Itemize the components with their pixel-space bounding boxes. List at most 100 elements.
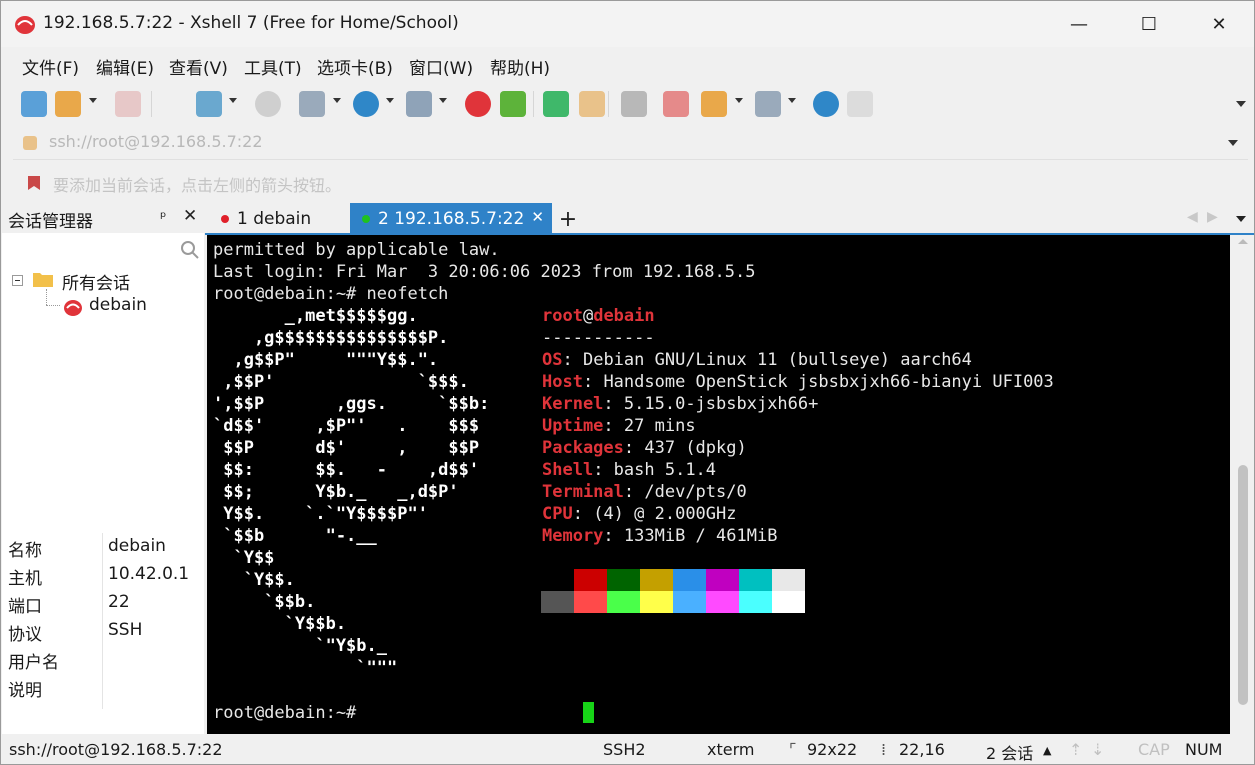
palette-swatch [541, 591, 574, 613]
property-key: 名称 [8, 541, 42, 561]
globe-dropdown-arrow[interactable] [386, 98, 394, 103]
font-dropdown-arrow[interactable] [333, 98, 341, 103]
status-caps: CAP [1138, 740, 1170, 759]
help-icon[interactable] [813, 91, 839, 117]
fullscreen-icon[interactable] [543, 91, 569, 117]
globe-icon[interactable] [353, 91, 379, 117]
palette-swatch [739, 591, 772, 613]
status-bar: ssh://root@192.168.5.7:22 SSH2 xterm ⌜ 9… [1, 736, 1254, 764]
status-position: 22,16 [899, 740, 945, 759]
neofetch-logo-line: `$$b "-.__ [213, 525, 377, 547]
pin-icon[interactable]: ᵖ [160, 208, 166, 226]
tab-label: 1 debain [237, 208, 312, 229]
tab-debain[interactable]: 1 debain [209, 203, 349, 234]
palette-swatch [739, 569, 772, 591]
neofetch-info-row: Memory: 133MiB / 461MiB [542, 525, 777, 547]
toolbar-overflow-arrow[interactable] [1236, 101, 1246, 107]
script-icon[interactable] [701, 91, 727, 117]
property-row: 端口 22 [2, 589, 204, 617]
status-term-type: xterm [707, 740, 755, 759]
menu-view[interactable]: 查看(V) [169, 54, 228, 79]
menu-tabs[interactable]: 选项卡(B) [317, 54, 393, 79]
logo-text: `""" [213, 658, 398, 678]
menu-file[interactable]: 文件(F) [22, 54, 79, 79]
address-input[interactable]: ssh://root@192.168.5.7:22 [49, 132, 263, 151]
tab-close-icon[interactable]: ✕ [531, 208, 544, 226]
terminal-line: root@debain:~# neofetch [213, 283, 448, 305]
layout-icon[interactable] [755, 91, 781, 117]
scroll-up-arrow[interactable] [1238, 239, 1248, 244]
terminal[interactable]: permitted by applicable law. Last login: … [207, 235, 1230, 734]
new-session-icon[interactable] [21, 91, 47, 117]
disconnect-icon[interactable] [115, 91, 141, 117]
menu-window[interactable]: 窗口(W) [409, 54, 473, 79]
logo-text: `Y$$ [213, 548, 275, 568]
neofetch-info-row: CPU: (4) @ 2.000GHz [542, 503, 737, 525]
compose-dropdown-arrow[interactable] [439, 98, 447, 103]
neofetch-logo-line: ,$$P' `$$$. [213, 371, 469, 393]
keyboard-icon[interactable] [621, 91, 647, 117]
scroll-thumb[interactable] [1238, 465, 1248, 705]
minimize-button[interactable]: — [1044, 1, 1114, 47]
tree-line [46, 289, 47, 305]
property-value: debain [108, 536, 166, 556]
status-size: 92x22 [807, 740, 858, 759]
tree-line [46, 305, 60, 306]
property-row: 名称 debain [2, 533, 204, 561]
close-button[interactable]: ✕ [1184, 1, 1254, 47]
menu-tools[interactable]: 工具(T) [244, 54, 302, 79]
panel-close-button[interactable]: ✕ [183, 206, 197, 226]
add-session-arrow-icon[interactable] [25, 174, 43, 192]
menu-help[interactable]: 帮助(H) [490, 54, 550, 79]
tree-root-all-sessions[interactable]: 所有会话 [62, 269, 130, 294]
tree-collapse-icon[interactable] [12, 275, 23, 286]
search-icon[interactable] [180, 240, 200, 260]
new-tab-button[interactable]: + [555, 204, 581, 234]
find-icon[interactable] [255, 91, 281, 117]
logo-text: $$P d$' , $$P [213, 438, 480, 458]
extra-tool-icon[interactable] [847, 91, 873, 117]
property-key: 主机 [8, 569, 42, 589]
highlight-icon[interactable] [663, 91, 689, 117]
sessions-up-arrow-icon[interactable]: ▲ [1043, 744, 1051, 757]
compose-icon[interactable] [406, 91, 432, 117]
maximize-button[interactable]: ☐ [1114, 1, 1184, 47]
properties-icon[interactable] [196, 91, 222, 117]
script-dropdown-arrow[interactable] [735, 98, 743, 103]
logo-text: `Y$$b. [213, 614, 347, 634]
property-value: SSH [108, 620, 143, 640]
status-sessions[interactable]: 2 会话 [986, 740, 1033, 764]
open-dropdown-arrow[interactable] [89, 98, 97, 103]
lock-icon[interactable] [579, 91, 605, 117]
font-icon[interactable] [299, 91, 325, 117]
tab-scroll-right-icon[interactable]: ▶ [1207, 209, 1218, 225]
cursor-position-icon: ⁞ [881, 740, 887, 759]
layout-dropdown-arrow[interactable] [788, 98, 796, 103]
terminal-scrollbar[interactable] [1232, 235, 1254, 734]
info-colon: : [623, 438, 645, 458]
xftp-icon[interactable] [500, 91, 526, 117]
neofetch-info-row: OS: Debian GNU/Linux 11 (bullseye) aarch… [542, 349, 972, 371]
logo-text: `$$b. [213, 592, 316, 612]
info-key: Memory [542, 526, 604, 546]
logo-text: ',$$P ,ggs. `$$b: [213, 394, 490, 414]
properties-dropdown-arrow[interactable] [229, 98, 237, 103]
tree-item-debain[interactable]: debain [89, 295, 147, 315]
neofetch-logo-line: ,g$$$$$$$$$$$$$$$P. [213, 327, 448, 349]
logo-text: `$$b "-.__ [213, 526, 377, 546]
neofetch-user: root [542, 306, 583, 326]
info-colon: : [603, 416, 624, 436]
tab-scroll-left-icon[interactable]: ◀ [1187, 209, 1198, 225]
xshell-icon[interactable] [465, 91, 491, 117]
info-key: Host [542, 372, 583, 392]
tab-active-session[interactable]: 2 192.168.5.7:22 ✕ [350, 203, 552, 234]
address-dropdown-arrow[interactable] [1228, 140, 1238, 146]
terminal-line: permitted by applicable law. [213, 239, 500, 261]
neofetch-info-row: Terminal: /dev/pts/0 [542, 481, 747, 503]
menu-edit[interactable]: 编辑(E) [96, 54, 154, 79]
palette-swatch [607, 569, 640, 591]
open-folder-icon[interactable] [55, 91, 81, 117]
tab-list-dropdown-arrow[interactable] [1236, 216, 1246, 222]
tab-bar: 1 debain 2 192.168.5.7:22 ✕ + ◀ ▶ [205, 203, 1254, 234]
address-bar[interactable]: ssh://root@192.168.5.7:22 [13, 126, 1248, 160]
